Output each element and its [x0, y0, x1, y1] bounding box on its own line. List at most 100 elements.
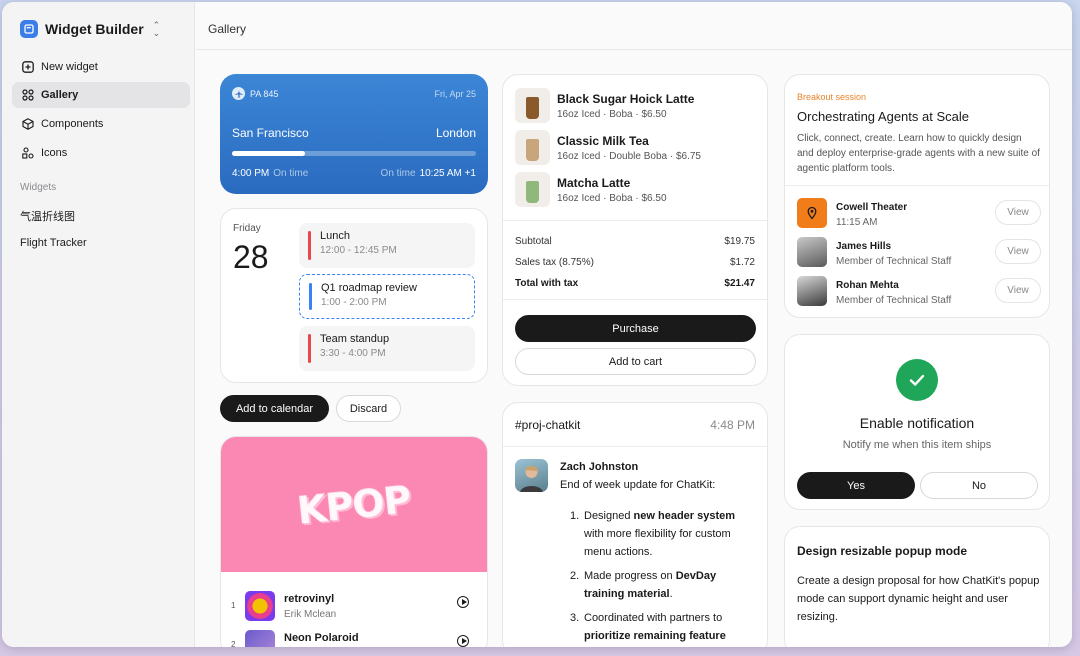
- list-number: 3.: [570, 612, 580, 624]
- message-text: End of week update for ChatKit:: [560, 479, 716, 491]
- notification-subtitle: Notify me when this item ships: [842, 439, 992, 451]
- location-name: Cowell Theater: [836, 202, 908, 213]
- task-title: Design resizable popup mode: [797, 544, 968, 558]
- track-title: retrovinyl: [284, 593, 335, 605]
- flight-card[interactable]: PA 845 Fri, Apr 25 San Francisco London …: [220, 74, 488, 194]
- list-text: with more flexibility for custom menu ac…: [584, 528, 731, 558]
- main-content: Gallery PA 845 Fri, Apr 25 San Francisco…: [196, 2, 1072, 647]
- avatar: [797, 276, 827, 306]
- track-index: 1: [231, 601, 236, 610]
- subtotal-label: Subtotal: [515, 236, 552, 247]
- task-card: Design resizable popup mode Create a des…: [784, 526, 1050, 647]
- session-card: Breakout session Orchestrating Agents at…: [784, 74, 1050, 318]
- sidebar-item-label: New widget: [41, 61, 98, 73]
- order-item-name: Matcha Latte: [557, 176, 631, 190]
- view-button[interactable]: View: [995, 239, 1041, 264]
- view-button[interactable]: View: [995, 278, 1041, 303]
- location-pin-icon: [797, 198, 827, 228]
- sidebar-item-icons[interactable]: Icons: [12, 140, 190, 166]
- sidebar-item-components[interactable]: Components: [12, 111, 190, 137]
- list-item: 1. Designed new header system with more f…: [570, 507, 756, 561]
- track-row[interactable]: 1 retrovinyl Erik Mclean: [231, 590, 479, 626]
- chat-time: 4:48 PM: [710, 418, 755, 432]
- track-artwork: [245, 591, 275, 621]
- calendar-event[interactable]: Lunch 12:00 - 12:45 PM: [299, 223, 475, 268]
- sidebar-widget-flight-tracker[interactable]: Flight Tracker: [20, 237, 87, 249]
- divider: [503, 220, 767, 221]
- order-item-name: Classic Milk Tea: [557, 134, 649, 148]
- grid-icon: [21, 89, 34, 102]
- message-list: 1. Designed new header system with more f…: [570, 507, 756, 647]
- departure-status: On time: [273, 168, 309, 179]
- arrival-time: 10:25 AM +1: [419, 168, 476, 179]
- cup-icon: [526, 97, 539, 119]
- order-item-name: Black Sugar Hoick Latte: [557, 92, 695, 106]
- session-kicker: Breakout session: [797, 92, 867, 102]
- flight-progress-fill: [232, 151, 306, 156]
- checkmark-icon: [896, 359, 938, 401]
- flight-origin: San Francisco: [232, 126, 309, 140]
- event-title: Lunch: [320, 230, 350, 242]
- track-title: Neon Polaroid: [284, 632, 359, 644]
- yes-button[interactable]: Yes: [797, 472, 915, 499]
- divider: [503, 446, 767, 447]
- calendar-card: Friday 28 Lunch 12:00 - 12:45 PM Q1 road…: [220, 208, 488, 383]
- view-button[interactable]: View: [995, 200, 1041, 225]
- total-row: Total with tax $21.47: [515, 278, 755, 289]
- sidebar-item-label: Gallery: [41, 89, 79, 101]
- sidebar-item-gallery[interactable]: Gallery: [12, 82, 190, 108]
- flight-progress-bar: [232, 151, 476, 156]
- chevron-updown-icon: ⌃ ⌄: [152, 20, 161, 38]
- list-text: .: [669, 588, 673, 600]
- sidebar-item-new-widget[interactable]: New widget: [12, 54, 190, 80]
- calendar-event[interactable]: Team standup 3:30 - 4:00 PM: [299, 326, 475, 371]
- avatar: [797, 237, 827, 267]
- list-item: 2. Made progress on DevDay training mater…: [570, 567, 756, 603]
- add-to-calendar-button[interactable]: Add to calendar: [220, 395, 329, 422]
- discard-button[interactable]: Discard: [336, 395, 401, 422]
- track-row[interactable]: 2 Neon Polaroid: [231, 629, 479, 647]
- app-switcher[interactable]: Widget Builder ⌃ ⌄: [20, 20, 160, 38]
- calendar-weekday: Friday: [233, 223, 261, 234]
- sidebar-widget-temperature-chart[interactable]: 气温折线图: [20, 208, 75, 224]
- play-icon[interactable]: [457, 635, 469, 647]
- sidebar-item-label: Icons: [41, 147, 68, 159]
- subtotal-value: $19.75: [724, 236, 755, 247]
- speaker-role: Member of Technical Staff: [836, 295, 952, 306]
- topbar: Gallery: [196, 2, 1072, 50]
- calendar-event-selected[interactable]: Q1 roadmap review 1:00 - 2:00 PM: [299, 274, 475, 319]
- order-item-desc: 16oz Iced · Double Boba · $6.75: [557, 151, 701, 162]
- app-title: Widget Builder: [45, 21, 144, 37]
- notification-card: Enable notification Notify me when this …: [784, 334, 1050, 510]
- total-label: Total with tax: [515, 278, 579, 289]
- order-card: Black Sugar Hoick Latte 16oz Iced · Boba…: [502, 74, 768, 386]
- list-number: 2.: [570, 570, 580, 582]
- order-item: Classic Milk Tea 16oz Iced · Double Boba…: [515, 130, 760, 168]
- no-button[interactable]: No: [920, 472, 1038, 499]
- add-to-cart-button[interactable]: Add to cart: [515, 348, 756, 375]
- album-cover[interactable]: KPOP: [221, 437, 487, 572]
- flight-number: PA 845: [250, 89, 279, 99]
- flight-destination: London: [435, 126, 476, 140]
- purchase-button[interactable]: Purchase: [515, 315, 756, 342]
- subtotal-row: Subtotal $19.75: [515, 236, 755, 247]
- total-value: $21.47: [724, 278, 755, 289]
- airplane-icon: [232, 87, 245, 100]
- task-description: Create a design proposal for how ChatKit…: [797, 575, 1040, 623]
- sidebar: Widget Builder ⌃ ⌄ New widget Gallery Com…: [2, 2, 195, 647]
- sidebar-item-label: Components: [41, 118, 104, 130]
- chat-card: #proj-chatkit 4:48 PM Zach Johnston End …: [502, 402, 768, 647]
- play-icon[interactable]: [457, 596, 469, 608]
- speaker-role: Member of Technical Staff: [836, 256, 952, 267]
- notification-title: Enable notification: [859, 415, 975, 431]
- track-artwork: [245, 630, 275, 647]
- session-row-speaker: James Hills Member of Technical Staff Vi…: [797, 236, 1041, 272]
- track-artist: Erik Mclean: [284, 609, 337, 620]
- list-text: Coordinated with partners to: [584, 612, 723, 624]
- event-color-bar: [308, 334, 311, 363]
- order-item-desc: 16oz Iced · Boba · $6.50: [557, 193, 667, 204]
- session-title: Orchestrating Agents at Scale: [797, 109, 969, 124]
- list-text: Made progress on: [584, 570, 676, 582]
- order-item: Matcha Latte 16oz Iced · Boba · $6.50: [515, 172, 760, 210]
- event-color-bar: [308, 231, 311, 260]
